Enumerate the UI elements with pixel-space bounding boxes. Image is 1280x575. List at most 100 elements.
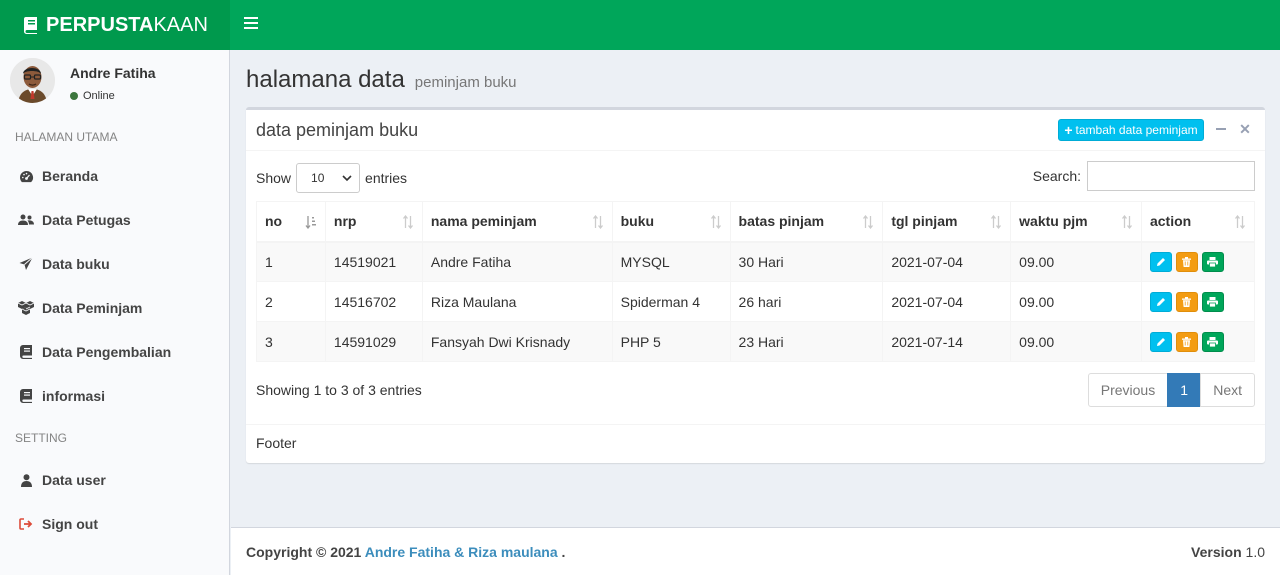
search-control: Search: <box>1033 161 1255 191</box>
page-size-value: 10 <box>311 171 325 185</box>
cell-waktu: 09.00 <box>1010 241 1142 282</box>
sidebar-item-data-petugas[interactable]: Data Petugas <box>0 198 229 242</box>
add-button-label: tambah data peminjam <box>1075 123 1198 137</box>
brand-bold: PERPUSTA <box>46 13 154 36</box>
brand-logo[interactable]: PERPUSTAKAAN <box>0 0 230 50</box>
sidebar-toggle-icon[interactable] <box>244 17 258 33</box>
column-header-nrp[interactable]: nrp <box>324 201 423 243</box>
version-label: Version <box>1191 543 1242 560</box>
edit-button[interactable] <box>1149 251 1172 272</box>
cell-buku: Spiderman 4 <box>611 281 731 322</box>
borrowers-table: no nrp nama peminjam buku batas pinjam t… <box>256 201 1256 362</box>
print-button[interactable] <box>1201 331 1224 352</box>
cell-nrp: 14591029 <box>324 321 423 362</box>
user-status: Online <box>70 90 115 102</box>
page-title: halamana data <box>246 66 405 93</box>
cell-batas: 30 Hari <box>729 241 884 282</box>
cell-waktu: 09.00 <box>1010 321 1142 362</box>
previous-page-button[interactable]: Previous <box>1087 373 1169 407</box>
column-header-waktu-pjm[interactable]: waktu pjm <box>1010 201 1142 243</box>
online-dot-icon <box>70 92 78 100</box>
copyright-dot: . <box>561 543 566 560</box>
sort-icon <box>991 215 1002 229</box>
column-header-action[interactable]: action <box>1140 201 1256 243</box>
sidebar-item-informasi[interactable]: informasi <box>0 374 229 418</box>
sidebar-item-beranda[interactable]: Beranda <box>0 154 229 198</box>
sidebar-item-label: Data Peminjam <box>42 300 143 316</box>
send-icon <box>18 256 34 272</box>
sidebar-item-data-pengembalian[interactable]: Data Pengembalian <box>0 330 229 374</box>
cell-action <box>1140 321 1256 362</box>
page-1-button[interactable]: 1 <box>1167 373 1202 407</box>
cell-nama: Fansyah Dwi Krisnady <box>421 321 613 362</box>
menu-header-main: HALAMAN UTAMA <box>15 130 118 144</box>
column-header-no[interactable]: no <box>256 201 326 243</box>
page-size-select[interactable]: 10 <box>296 163 361 193</box>
column-header-batas-pinjam[interactable]: batas pinjam <box>729 201 884 243</box>
copyright: Copyright © 2021 Andre Fatiha & Riza mau… <box>246 544 565 560</box>
column-header-tgl-pinjam[interactable]: tgl pinjam <box>882 201 1012 243</box>
length-control: Show 10 entries <box>256 163 407 193</box>
cell-nama: Andre Fatiha <box>421 241 613 282</box>
sort-icon <box>710 215 721 229</box>
delete-button[interactable] <box>1175 331 1198 352</box>
cell-nama: Riza Maulana <box>421 281 613 322</box>
print-icon <box>1207 336 1219 347</box>
page-subtitle: peminjam buku <box>414 74 517 91</box>
trash-icon <box>1182 336 1192 347</box>
entries-label: entries <box>365 170 408 186</box>
cell-batas: 26 hari <box>729 281 884 322</box>
sort-icon <box>1121 215 1132 229</box>
table-row: 3 14591029 Fansyah Dwi Krisnady PHP 5 23… <box>256 321 1256 362</box>
pagination: Previous 1 Next <box>1087 373 1255 407</box>
sidebar-item-data-user[interactable]: Data user <box>0 458 229 502</box>
status-text: Online <box>83 90 115 102</box>
cell-batas: 23 Hari <box>729 321 884 362</box>
version-info: Version 1.0 <box>1191 544 1265 560</box>
cell-tgl: 2021-07-14 <box>882 321 1012 362</box>
cell-waktu: 09.00 <box>1010 281 1142 322</box>
print-button[interactable] <box>1201 291 1224 312</box>
top-navbar <box>230 0 1280 50</box>
pencil-icon <box>1156 257 1165 266</box>
table-info: Showing 1 to 3 of 3 entries <box>256 382 422 398</box>
next-page-button[interactable]: Next <box>1200 373 1255 407</box>
sort-icon <box>592 215 603 229</box>
print-icon <box>1207 256 1219 267</box>
delete-button[interactable] <box>1175 251 1198 272</box>
sidebar-item-label: informasi <box>42 388 106 404</box>
cell-no: 3 <box>256 321 326 362</box>
cell-tgl: 2021-07-04 <box>882 241 1012 282</box>
content-header: halamana data peminjam buku <box>246 66 517 94</box>
cell-tgl: 2021-07-04 <box>882 281 1012 322</box>
user-icon <box>18 472 34 488</box>
sidebar-item-data-peminjam[interactable]: Data Peminjam <box>0 286 229 330</box>
collapse-icon[interactable] <box>1214 120 1228 138</box>
authors-link[interactable]: Andre Fatiha & Riza maulana <box>365 544 558 560</box>
column-header-nama-peminjam[interactable]: nama peminjam <box>421 201 613 243</box>
pencil-icon <box>1156 337 1165 346</box>
edit-button[interactable] <box>1149 331 1172 352</box>
sidebar-item-sign-out[interactable]: Sign out <box>0 502 229 546</box>
sidebar-item-label: Data user <box>42 472 106 488</box>
users-icon <box>18 212 34 228</box>
print-button[interactable] <box>1201 251 1224 272</box>
sidebar-item-label: Data Pengembalian <box>42 344 172 360</box>
table-header-row: no nrp nama peminjam buku batas pinjam t… <box>256 201 1256 243</box>
box-footer: Footer <box>246 424 1265 463</box>
sort-icon <box>1234 215 1246 229</box>
sidebar-item-data-buku[interactable]: Data buku <box>0 242 229 286</box>
trash-icon <box>1182 256 1192 267</box>
sidebar-item-label: Data buku <box>42 256 110 272</box>
book-icon <box>18 388 34 404</box>
search-input[interactable] <box>1087 161 1255 191</box>
column-header-buku[interactable]: buku <box>611 201 731 243</box>
close-icon[interactable]: ✕ <box>1238 120 1252 138</box>
cell-buku: MYSQL <box>611 241 731 282</box>
sign-out-icon <box>18 516 34 532</box>
delete-button[interactable] <box>1175 291 1198 312</box>
edit-button[interactable] <box>1149 291 1172 312</box>
add-borrower-button[interactable]: + tambah data peminjam <box>1058 119 1204 141</box>
main-footer: Copyright © 2021 Andre Fatiha & Riza mau… <box>231 527 1280 575</box>
user-name: Andre Fatiha <box>70 65 156 81</box>
